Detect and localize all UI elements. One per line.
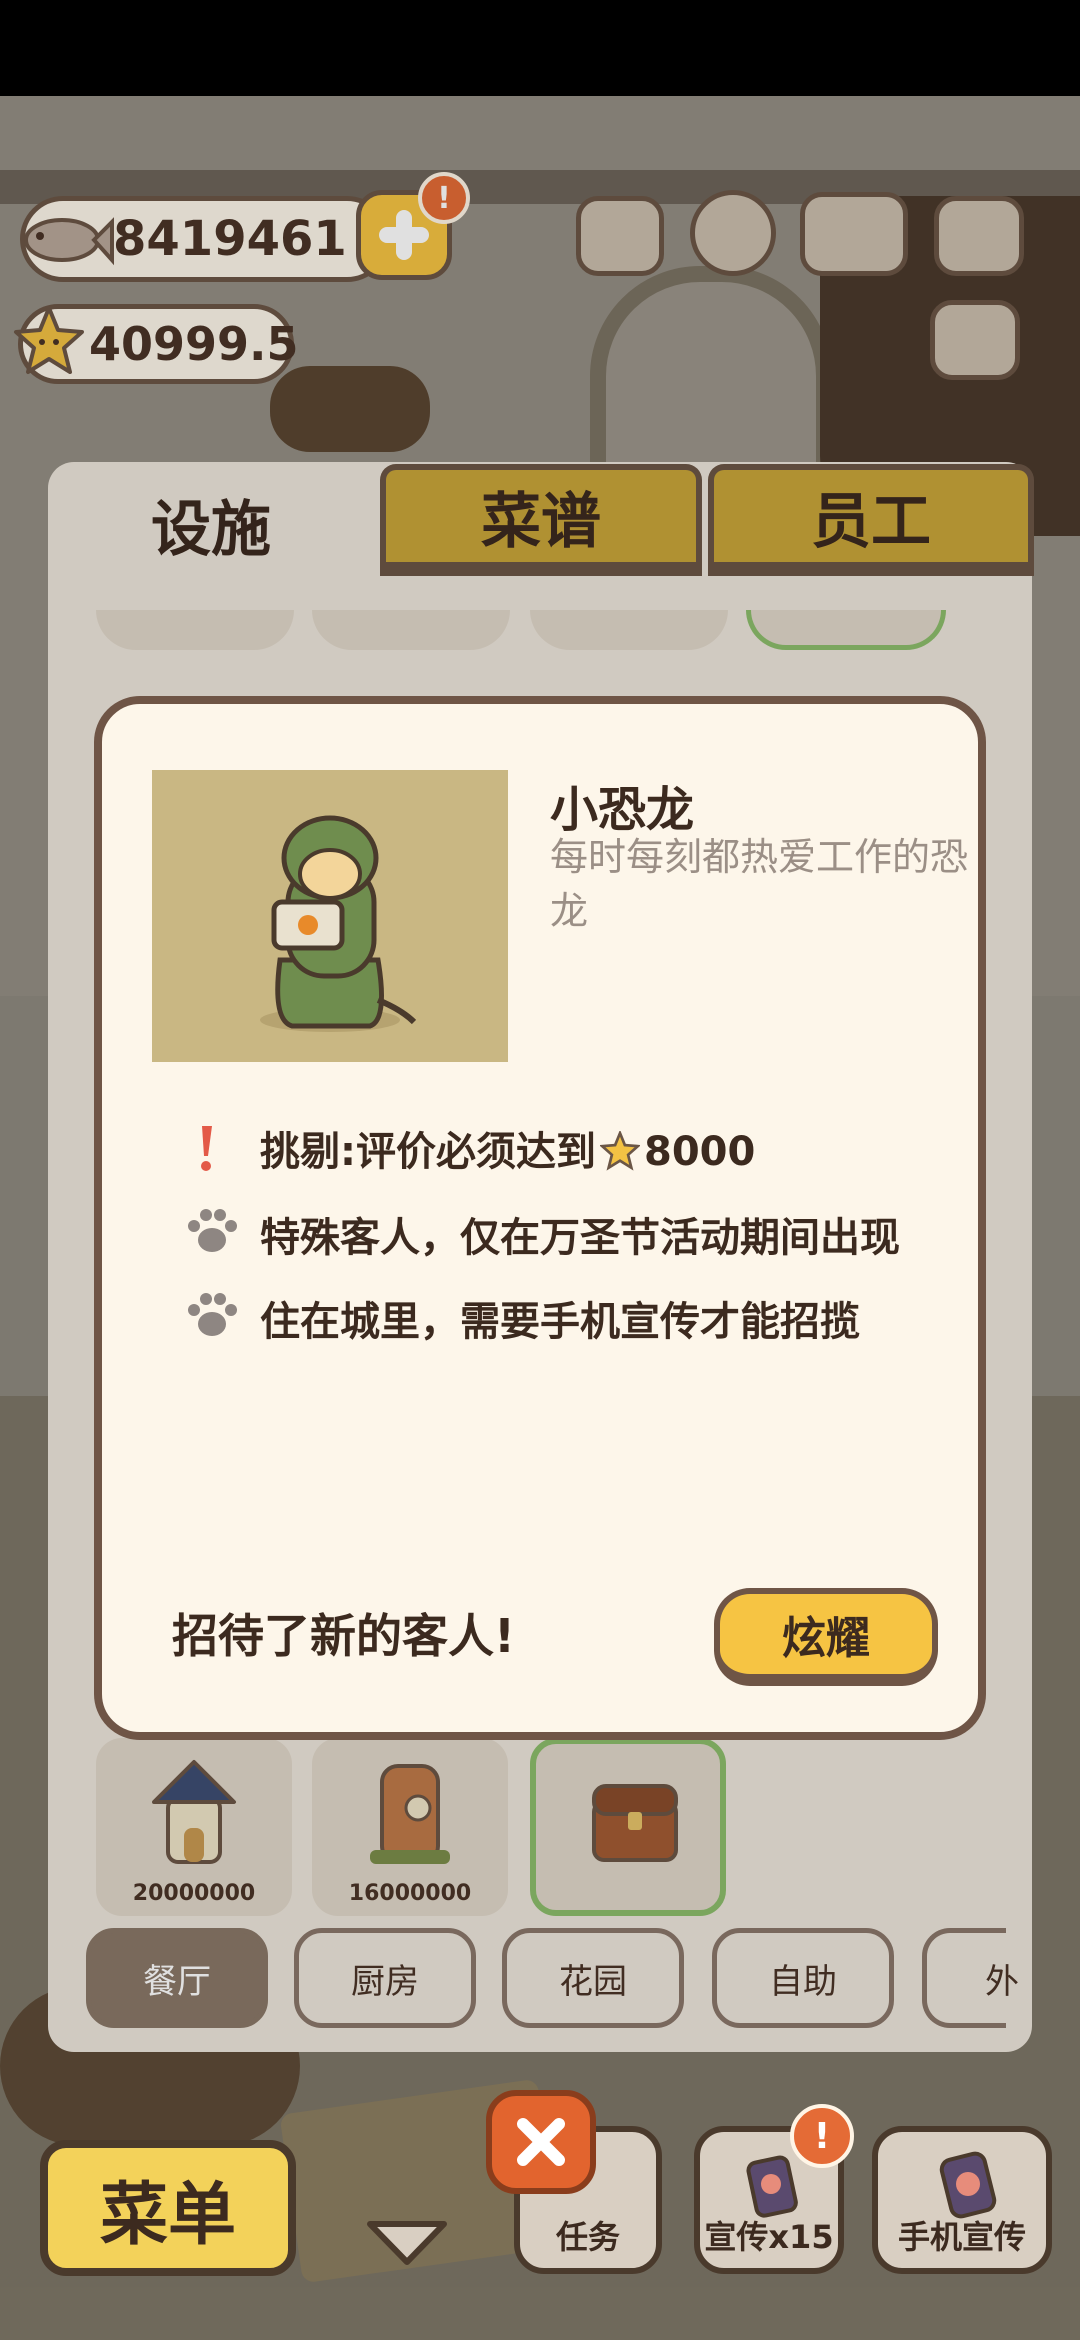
chevron-down-icon[interactable] xyxy=(364,2218,450,2268)
show-off-button[interactable]: 炫耀 xyxy=(714,1588,938,1686)
phone-icon xyxy=(939,2151,997,2219)
customer-portrait xyxy=(152,770,508,1062)
close-icon xyxy=(517,2118,565,2166)
star-icon xyxy=(598,1129,642,1171)
menu-button[interactable]: 菜单 xyxy=(40,2140,296,2276)
close-button[interactable] xyxy=(486,2090,596,2194)
trait-text: 挑剔:评价必须达到 xyxy=(260,1129,596,1175)
promo-label: 宣传x15 xyxy=(704,2218,834,2256)
customer-description: 每时每刻都热爱工作的恐龙 xyxy=(550,835,969,933)
phone-promo-label: 手机宣传 xyxy=(897,2218,1026,2256)
paw-icon xyxy=(188,1293,237,1336)
phone-icon xyxy=(746,2155,798,2218)
alert-badge: ! xyxy=(790,2104,854,2168)
status-bar xyxy=(0,0,1080,96)
trait-text: 住在城里，需要手机宣传才能招揽 xyxy=(260,1299,860,1345)
exclamation-icon xyxy=(201,1126,212,1171)
paw-icon xyxy=(188,1209,237,1252)
phone-promo-button[interactable]: 手机宣传 xyxy=(872,2126,1052,2274)
trait-text: 特殊客人，仅在万圣节活动期间出现 xyxy=(260,1215,900,1261)
trait-value: 8000 xyxy=(644,1129,756,1175)
dinosaur-costume-icon xyxy=(260,815,417,1032)
new-customer-message: 招待了新的客人! xyxy=(172,1609,515,1663)
tasks-label: 任务 xyxy=(555,2218,620,2256)
